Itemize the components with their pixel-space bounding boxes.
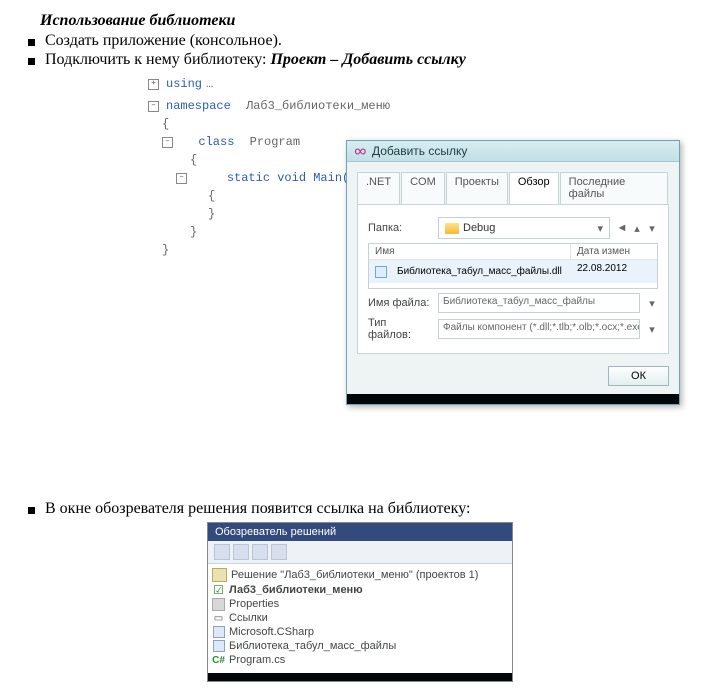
dll-icon bbox=[375, 266, 387, 278]
infinity-icon bbox=[353, 145, 366, 158]
dialog-title: Добавить ссылку bbox=[372, 144, 467, 158]
toolbar-icon[interactable] bbox=[252, 544, 268, 560]
filetype-dropdown[interactable]: Файлы компонент (*.dll;*.tlb;*.olb;*.ocx… bbox=[438, 319, 640, 339]
class-name: Program bbox=[250, 133, 300, 151]
bullet-text: Подключить к нему библиотеку: Проект – Д… bbox=[45, 51, 466, 69]
tab-projects[interactable]: Проекты bbox=[446, 172, 508, 204]
chevron-down-icon[interactable]: ▾ bbox=[646, 323, 658, 336]
bullet-create-app: Создать приложение (консольное). bbox=[28, 32, 692, 50]
bullet-icon bbox=[28, 507, 35, 514]
toolbar-icon[interactable] bbox=[214, 544, 230, 560]
folder-label: Папка: bbox=[368, 222, 432, 234]
ns-name: Лаб3_библиотеки_меню bbox=[246, 97, 390, 115]
file-list-header: Имя Дата измен bbox=[369, 244, 657, 260]
solution-toolbar bbox=[208, 541, 512, 564]
fold-icon: + bbox=[148, 79, 159, 90]
folder-dropdown[interactable]: Debug ▾ bbox=[438, 217, 610, 239]
tree-program-cs[interactable]: C# Program.cs bbox=[212, 653, 508, 667]
filename-input[interactable]: Библиотека_табул_масс_файлы bbox=[438, 293, 640, 313]
bullet-connect-lib: Подключить к нему библиотеку: Проект – Д… bbox=[28, 51, 692, 69]
tree-label: Библиотека_табул_масс_файлы bbox=[229, 640, 396, 652]
bullet-explorer-note: В окне обозревателя решения появится ссы… bbox=[28, 500, 692, 518]
fold-icon: – bbox=[176, 173, 187, 184]
reference-icon bbox=[213, 626, 225, 638]
crop-edge bbox=[347, 394, 679, 404]
ok-button[interactable]: ОК bbox=[608, 366, 669, 386]
csharp-project-icon: ☑ bbox=[212, 584, 225, 596]
bullet-icon bbox=[28, 39, 35, 46]
tree-ref-item[interactable]: Библиотека_табул_масс_файлы bbox=[212, 639, 508, 653]
file-row[interactable]: Библиотека_табул_масс_файлы.dll 22.08.20… bbox=[369, 260, 657, 283]
tree-solution-root[interactable]: Решение "Лаб3_библиотеки_меню" (проектов… bbox=[212, 567, 508, 583]
filetype-row: Тип файлов: Файлы компонент (*.dll;*.tlb… bbox=[368, 317, 658, 341]
toolbar-icon[interactable] bbox=[233, 544, 249, 560]
references-icon: ▭ bbox=[212, 612, 225, 624]
properties-icon bbox=[212, 598, 225, 611]
file-date: 22.08.2012 bbox=[571, 260, 657, 283]
brace: } bbox=[162, 241, 169, 259]
tab-browse[interactable]: Обзор bbox=[509, 172, 559, 204]
bullet-icon bbox=[28, 58, 35, 65]
tree-references[interactable]: ▭ Ссылки bbox=[212, 611, 508, 625]
up-icon[interactable]: ▴ bbox=[631, 222, 643, 235]
toolbar-icon[interactable] bbox=[271, 544, 287, 560]
brace: { bbox=[190, 151, 197, 169]
filename-label: Имя файла: bbox=[368, 297, 432, 309]
crop-edge bbox=[208, 673, 512, 681]
kw-namespace: namespace bbox=[166, 97, 231, 115]
tree-label: Microsoft.CSharp bbox=[229, 626, 314, 638]
folder-value: Debug bbox=[463, 222, 495, 234]
fold-icon: – bbox=[148, 101, 159, 112]
folder-icon bbox=[445, 223, 459, 234]
tree-label: Properties bbox=[229, 598, 279, 610]
chevron-down-icon[interactable]: ▾ bbox=[646, 297, 658, 310]
bullet-em: Проект – Добавить ссылку bbox=[270, 51, 465, 68]
tree-ref-item[interactable]: Microsoft.CSharp bbox=[212, 625, 508, 639]
folder-row: Папка: Debug ▾ ◄ ▴ ▾ bbox=[368, 217, 658, 239]
add-reference-dialog: Добавить ссылку .NET COM Проекты Обзор П… bbox=[346, 140, 680, 405]
tree-project[interactable]: ☑ Лаб3_библиотеки_меню bbox=[212, 583, 508, 597]
bullet-text: В окне обозревателя решения появится ссы… bbox=[45, 500, 470, 518]
brace: { bbox=[208, 187, 215, 205]
bullet-text: Создать приложение (консольное). bbox=[45, 32, 282, 50]
kw-class: class bbox=[198, 133, 234, 151]
col-date[interactable]: Дата измен bbox=[571, 244, 657, 259]
method-sig: static void Main( bbox=[227, 169, 349, 187]
file-list: Имя Дата измен Библиотека_табул_масс_фай… bbox=[368, 243, 658, 289]
tree-properties[interactable]: Properties bbox=[212, 597, 508, 611]
tree-label: Program.cs bbox=[229, 654, 285, 666]
dialog-tabs: .NET COM Проекты Обзор Последние файлы bbox=[347, 162, 679, 204]
tree-label: Ссылки bbox=[229, 612, 268, 624]
tab-recent[interactable]: Последние файлы bbox=[560, 172, 668, 204]
filetype-label: Тип файлов: bbox=[368, 317, 432, 341]
brace: { bbox=[162, 115, 169, 133]
solution-icon bbox=[212, 568, 227, 582]
section-heading: Использование библиотеки bbox=[40, 12, 692, 30]
tree-label: Решение "Лаб3_библиотеки_меню" (проектов… bbox=[231, 569, 478, 581]
solution-explorer-title: Обозреватель решений bbox=[208, 523, 512, 541]
tab-net[interactable]: .NET bbox=[357, 172, 400, 204]
solution-tree: Решение "Лаб3_библиотеки_меню" (проектов… bbox=[208, 564, 512, 673]
col-name[interactable]: Имя bbox=[369, 244, 571, 259]
chevron-down-icon: ▾ bbox=[597, 222, 603, 235]
dialog-titlebar: Добавить ссылку bbox=[347, 141, 679, 162]
tab-com[interactable]: COM bbox=[401, 172, 445, 204]
filename-row: Имя файла: Библиотека_табул_масс_файлы ▾ bbox=[368, 293, 658, 313]
bullet-prefix: Подключить к нему библиотеку: bbox=[45, 51, 270, 68]
dialog-buttons: ОК bbox=[347, 360, 679, 394]
cs-file-icon: C# bbox=[212, 654, 225, 666]
fold-icon: – bbox=[162, 137, 173, 148]
kw-using: using bbox=[166, 75, 202, 93]
settings-icon[interactable]: ▾ bbox=[646, 222, 658, 235]
brace: } bbox=[208, 205, 215, 223]
tab-body: Папка: Debug ▾ ◄ ▴ ▾ Имя Дата измен Библ… bbox=[357, 204, 669, 354]
tree-label: Лаб3_библиотеки_меню bbox=[229, 584, 363, 596]
file-name: Библиотека_табул_масс_файлы.dll bbox=[391, 263, 477, 280]
back-icon[interactable]: ◄ bbox=[616, 222, 628, 235]
nav-buttons: ◄ ▴ ▾ bbox=[616, 222, 658, 235]
brace: } bbox=[190, 223, 197, 241]
solution-explorer: Обозреватель решений Решение "Лаб3_библи… bbox=[207, 522, 513, 682]
reference-icon bbox=[213, 640, 225, 652]
